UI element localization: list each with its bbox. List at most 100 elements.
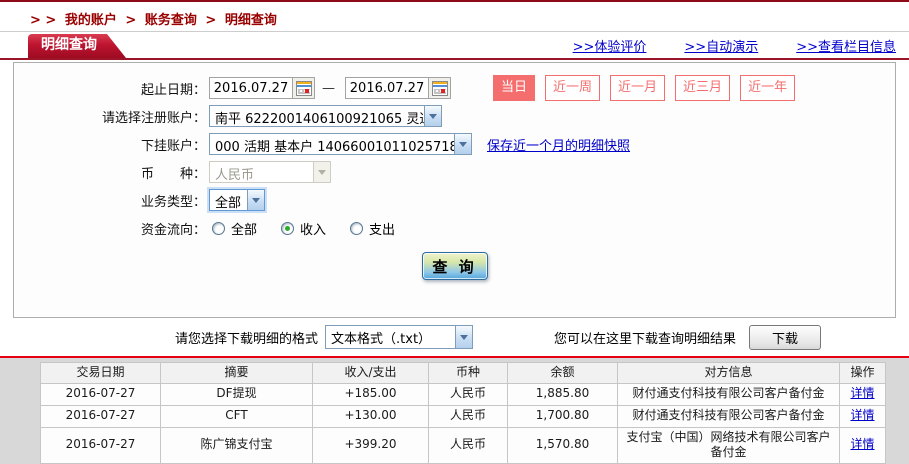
calendar-icon bbox=[295, 80, 312, 96]
link-experience-review[interactable]: >>体验评价 bbox=[573, 36, 647, 55]
col-header-date: 交易日期 bbox=[40, 362, 161, 384]
cell-currency: 人民币 bbox=[428, 426, 508, 464]
col-header-summary: 摘要 bbox=[160, 362, 313, 384]
breadcrumb-item-detail-query[interactable]: 明细查询 bbox=[225, 13, 277, 28]
table-row: 2016-07-27 陈广锦支付宝 +399.20 人民币 1,570.80 支… bbox=[40, 426, 886, 464]
breadcrumb-separator: > bbox=[205, 13, 217, 28]
results-section: 交易日期 摘要 收入/支出 币种 余额 对方信息 操作 2016-07-27 D… bbox=[0, 358, 909, 464]
currency-row: 币 种： 人民币 bbox=[14, 160, 895, 184]
cell-counterparty: 财付通支付科技有限公司客户备付金 bbox=[617, 382, 840, 406]
date-range-dash: — bbox=[322, 80, 335, 96]
download-format-select[interactable]: 文本格式（.txt） bbox=[325, 325, 474, 349]
radio-flow-expense-label[interactable]: 支出 bbox=[369, 219, 395, 238]
breadcrumb: > > 我的账户 > 账务查询 > 明细查询 bbox=[0, 2, 909, 32]
business-type-row: 业务类型： 全部 bbox=[14, 188, 895, 212]
page: > > 我的账户 > 账务查询 > 明细查询 明细查询 >>体验评价 >>自动演… bbox=[0, 0, 909, 464]
cell-date: 2016-07-27 bbox=[40, 404, 161, 428]
link-auto-demo[interactable]: >>自动演示 bbox=[684, 36, 758, 55]
quick-range-year[interactable]: 近一年 bbox=[740, 75, 796, 101]
date-to-input[interactable]: 2016.07.27 bbox=[345, 77, 451, 99]
fund-flow-row: 资金流向： 全部 收入 支出 bbox=[14, 216, 895, 240]
breadcrumb-item-account-query[interactable]: 账务查询 bbox=[145, 13, 197, 28]
query-button[interactable]: 查 询 bbox=[421, 252, 488, 280]
quick-range-quarter[interactable]: 近三月 bbox=[675, 75, 731, 101]
date-to-value: 2016.07.27 bbox=[349, 80, 425, 96]
save-snapshot-link[interactable]: 保存近一个月的明细快照 bbox=[487, 135, 630, 154]
col-header-currency: 币种 bbox=[428, 362, 508, 384]
cell-summary: 陈广锦支付宝 bbox=[160, 426, 313, 464]
cell-date: 2016-07-27 bbox=[40, 382, 161, 406]
query-button-row: 查 询 bbox=[14, 252, 895, 280]
cell-currency: 人民币 bbox=[428, 404, 508, 428]
cell-counterparty: 财付通支付科技有限公司客户备付金 bbox=[617, 404, 840, 428]
cell-amount: +185.00 bbox=[312, 382, 429, 406]
date-to-calendar-button[interactable] bbox=[428, 78, 450, 98]
quick-range-buttons: 当日 近一周 近一月 近三月 近一年 bbox=[493, 75, 796, 101]
radio-flow-expense[interactable] bbox=[350, 221, 364, 235]
cell-currency: 人民币 bbox=[428, 382, 508, 406]
cell-balance: 1,700.80 bbox=[507, 404, 618, 428]
quick-range-week[interactable]: 近一周 bbox=[545, 75, 601, 101]
business-type-select[interactable]: 全部 bbox=[209, 189, 265, 211]
table-row: 2016-07-27 CFT +130.00 人民币 1,700.80 财付通支… bbox=[40, 404, 886, 428]
cell-amount: +399.20 bbox=[312, 426, 429, 464]
date-from-input[interactable]: 2016.07.27 bbox=[209, 77, 315, 99]
fund-flow-label: 资金流向： bbox=[140, 222, 206, 238]
download-format-value: 文本格式（.txt） bbox=[331, 332, 432, 347]
sub-account-label: 下挂账户： bbox=[140, 138, 206, 154]
chevron-down-icon bbox=[313, 162, 330, 182]
register-account-row: 请选择注册账户： 南平 6222001406100921065 灵通卡 bbox=[14, 104, 895, 128]
business-type-label: 业务类型： bbox=[140, 194, 206, 210]
currency-select: 人民币 bbox=[209, 161, 331, 183]
cell-summary: DF提现 bbox=[160, 382, 313, 406]
radio-flow-income[interactable] bbox=[281, 221, 295, 235]
link-view-column-info[interactable]: >>查看栏目信息 bbox=[796, 36, 896, 55]
col-header-amount: 收入/支出 bbox=[312, 362, 429, 384]
chevron-down-icon bbox=[455, 326, 473, 348]
chevron-down-icon bbox=[454, 134, 471, 154]
detail-link[interactable]: 详情 bbox=[850, 408, 874, 422]
header-divider bbox=[0, 58, 909, 60]
radio-flow-all[interactable] bbox=[212, 221, 225, 235]
breadcrumb-prefix: > > bbox=[30, 13, 57, 28]
date-from-value: 2016.07.27 bbox=[213, 80, 289, 96]
table-row: 2016-07-27 DF提现 +185.00 人民币 1,885.80 财付通… bbox=[40, 382, 886, 406]
download-result-label: 您可以在这里下载查询明细结果 bbox=[554, 331, 737, 347]
business-type-value: 全部 bbox=[215, 196, 242, 210]
date-range-label: 起止日期： bbox=[140, 82, 206, 98]
detail-link[interactable]: 详情 bbox=[850, 437, 874, 451]
sub-account-select[interactable]: 000 活期 基本户 1406600101102571848 bbox=[209, 133, 472, 155]
col-header-counterparty: 对方信息 bbox=[617, 362, 840, 384]
sub-account-value: 000 活期 基本户 1406600101102571848 bbox=[215, 140, 454, 154]
download-format-label: 请您选择下载明细的格式 bbox=[175, 331, 319, 347]
col-header-balance: 余额 bbox=[507, 362, 618, 384]
chevron-down-icon bbox=[424, 106, 441, 126]
results-table: 交易日期 摘要 收入/支出 币种 余额 对方信息 操作 2016-07-27 D… bbox=[40, 362, 886, 464]
register-account-select[interactable]: 南平 6222001406100921065 灵通卡 bbox=[209, 105, 442, 127]
download-row: 请您选择下载明细的格式 文本格式（.txt） 您可以在这里下载查询明细结果 下载 bbox=[0, 318, 909, 356]
tab-row: 明细查询 >>体验评价 >>自动演示 >>查看栏目信息 bbox=[0, 32, 909, 58]
quick-range-month[interactable]: 近一月 bbox=[610, 75, 666, 101]
register-account-value: 南平 6222001406100921065 灵通卡 bbox=[215, 112, 424, 126]
download-button[interactable]: 下载 bbox=[749, 324, 822, 350]
chevron-down-icon bbox=[247, 190, 264, 210]
detail-link[interactable]: 详情 bbox=[850, 386, 874, 400]
cell-balance: 1,570.80 bbox=[507, 426, 618, 464]
header-links: >>体验评价 >>自动演示 >>查看栏目信息 bbox=[573, 36, 896, 55]
fund-flow-options: 全部 收入 支出 bbox=[212, 219, 419, 238]
radio-flow-all-label[interactable]: 全部 bbox=[231, 219, 257, 238]
currency-label: 币 种： bbox=[140, 166, 206, 182]
cell-operation: 详情 bbox=[839, 426, 886, 464]
tab-detail-query[interactable]: 明细查询 bbox=[28, 34, 126, 58]
cell-balance: 1,885.80 bbox=[507, 382, 618, 406]
col-header-operation: 操作 bbox=[839, 362, 886, 384]
calendar-icon bbox=[431, 80, 448, 96]
table-header-row: 交易日期 摘要 收入/支出 币种 余额 对方信息 操作 bbox=[40, 362, 886, 384]
date-from-calendar-button[interactable] bbox=[292, 78, 314, 98]
cell-counterparty: 支付宝（中国）网络技术有限公司客户备付金 bbox=[617, 426, 840, 464]
radio-flow-income-label[interactable]: 收入 bbox=[300, 219, 326, 238]
currency-value: 人民币 bbox=[215, 168, 255, 182]
cell-operation: 详情 bbox=[839, 382, 886, 406]
breadcrumb-item-my-account[interactable]: 我的账户 bbox=[65, 13, 117, 28]
quick-range-today[interactable]: 当日 bbox=[493, 75, 536, 101]
